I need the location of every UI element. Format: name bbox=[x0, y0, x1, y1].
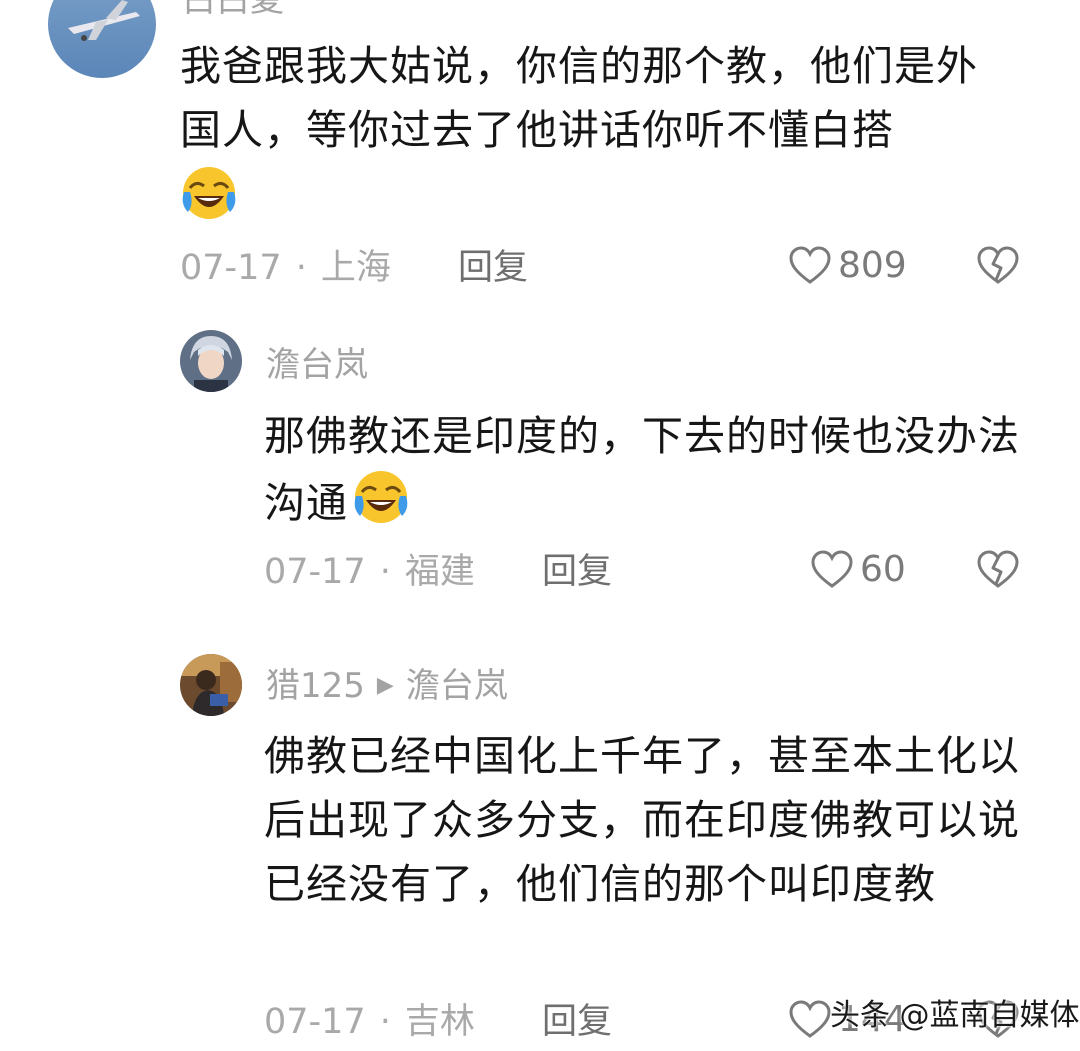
broken-heart-icon bbox=[977, 550, 1019, 588]
broken-heart-icon bbox=[977, 246, 1019, 284]
avatar-airplane-image bbox=[48, 0, 156, 78]
comment-date: 07-17 bbox=[180, 248, 282, 288]
meta-separator: · bbox=[379, 552, 391, 592]
comment-location: 福建 bbox=[404, 552, 475, 592]
avatar-photo-image bbox=[180, 654, 242, 716]
reply-target-username[interactable]: 澹台岚 bbox=[406, 666, 508, 706]
comment-meta: 07-17 · 福建 bbox=[264, 552, 475, 592]
comment-meta: 07-17 · 上海 bbox=[180, 248, 391, 288]
dislike-button[interactable] bbox=[976, 550, 1020, 594]
like-count: 60 bbox=[860, 549, 906, 590]
dislike-button[interactable] bbox=[976, 246, 1020, 290]
comment-text: 那佛教还是印度的，下去的时候也没办法沟通 bbox=[264, 404, 1034, 544]
comment-date: 07-17 bbox=[264, 552, 366, 592]
reply-arrow-icon: ▶ bbox=[376, 673, 394, 698]
comment-username[interactable]: 澹台岚 bbox=[266, 345, 368, 385]
like-button[interactable]: 60 bbox=[810, 550, 906, 590]
laughing-crying-emoji bbox=[180, 164, 240, 224]
comment-username[interactable]: 猎125 bbox=[266, 666, 365, 706]
meta-separator: · bbox=[295, 248, 307, 288]
comment-date: 07-17 bbox=[264, 1002, 366, 1042]
comment-text: 我爸跟我大姑说，你信的那个教，他们是外国人，等你过去了他讲话你听不懂白搭 bbox=[180, 34, 1000, 162]
avatar[interactable] bbox=[180, 330, 242, 392]
heart-icon bbox=[789, 246, 831, 284]
reply-button[interactable]: 回复 bbox=[542, 552, 612, 592]
reply-button[interactable]: 回复 bbox=[542, 1002, 612, 1042]
comment-location: 吉林 bbox=[404, 1002, 475, 1042]
comment-text-body: 佛教已经中国化上千年了，甚至本土化以后出现了众多分支，而在印度佛教可以说已经没有… bbox=[264, 732, 1020, 908]
avatar[interactable] bbox=[180, 654, 242, 716]
like-count: 809 bbox=[838, 245, 907, 286]
watermark: 头条 @蓝南自媒体 bbox=[830, 998, 1080, 1033]
avatar[interactable] bbox=[48, 0, 156, 78]
laughing-crying-emoji bbox=[352, 468, 410, 544]
reply-button[interactable]: 回复 bbox=[458, 248, 528, 288]
comment-location: 上海 bbox=[320, 248, 391, 288]
comment-text: 佛教已经中国化上千年了，甚至本土化以后出现了众多分支，而在印度佛教可以说已经没有… bbox=[264, 724, 1034, 916]
comment-username[interactable]: 白白夏 bbox=[182, 0, 284, 20]
meta-separator: · bbox=[379, 1002, 391, 1042]
heart-icon bbox=[811, 550, 853, 588]
avatar-character-image bbox=[180, 330, 242, 392]
reply-header: 猎125 ▶ 澹台岚 bbox=[266, 666, 508, 706]
like-button[interactable]: 809 bbox=[788, 246, 907, 286]
comment-meta: 07-17 · 吉林 bbox=[264, 1002, 475, 1042]
comment-text-body: 我爸跟我大姑说，你信的那个教，他们是外国人，等你过去了他讲话你听不懂白搭 bbox=[180, 42, 978, 154]
heart-icon bbox=[789, 1000, 831, 1038]
